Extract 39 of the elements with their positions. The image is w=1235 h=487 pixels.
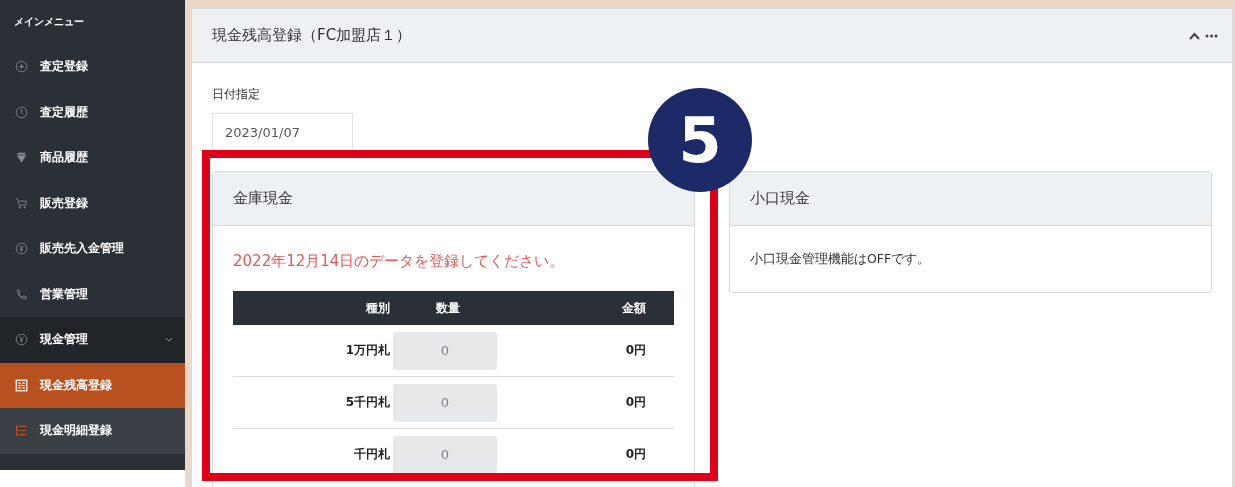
sidebar-item[interactable]: 現金明細登録 — [0, 408, 185, 454]
sidebar-item[interactable]: 現金残高登録 — [0, 362, 185, 408]
card-message: 小口現金管理機能はOFFです。 — [750, 251, 931, 268]
card-title: 小口現金 — [750, 189, 810, 208]
grid-icon — [15, 378, 28, 392]
plus-icon — [15, 60, 28, 74]
table-cell: 5千円札 — [233, 376, 390, 429]
column-header: 種別 — [233, 291, 390, 325]
more-icon[interactable] — [1205, 33, 1218, 38]
card-title: 金庫現金 — [233, 189, 293, 208]
sidebar-item[interactable]: 商品履歴 — [0, 135, 185, 181]
yen-icon — [15, 333, 28, 347]
list-icon — [15, 424, 28, 438]
sidebar-item[interactable]: 査定登録 — [0, 44, 185, 90]
quantity-field[interactable]: 0 — [393, 383, 497, 422]
date-label: 日付指定 — [212, 86, 260, 103]
panel-title: 現金残高登録（FC加盟店１） — [212, 26, 413, 45]
column-header: 金額 — [505, 291, 674, 325]
chevron-down-icon[interactable] — [165, 336, 173, 343]
notice-text: 2022年12月14日のデータを登録してください。 — [233, 252, 565, 271]
clock-icon — [15, 105, 28, 119]
quantity-field[interactable]: 0 — [393, 331, 497, 370]
table-cell: 1万円札 — [233, 325, 390, 377]
table-cell: 0円 — [505, 325, 674, 377]
diamond-icon — [15, 151, 28, 165]
phone-icon — [15, 287, 28, 301]
menu-heading: メインメニュー — [13, 15, 85, 29]
sidebar-item[interactable]: 販売登録 — [0, 180, 185, 226]
column-header: 数量 — [390, 291, 505, 325]
sidebar-item[interactable]: 査定履歴 — [0, 89, 185, 135]
yen-icon — [15, 242, 28, 256]
cart-icon — [15, 196, 28, 210]
sidebar-item[interactable]: 販売先入金管理 — [0, 226, 185, 272]
sidebar-item[interactable]: 営業管理 — [0, 271, 185, 317]
date-field[interactable]: 2023/01/07 — [212, 113, 353, 151]
table-cell: 0円 — [505, 376, 674, 429]
sidebar-item[interactable]: 現金管理 — [0, 317, 185, 363]
collapse-icon[interactable] — [1189, 31, 1200, 40]
quantity-field[interactable]: 0 — [393, 435, 497, 474]
